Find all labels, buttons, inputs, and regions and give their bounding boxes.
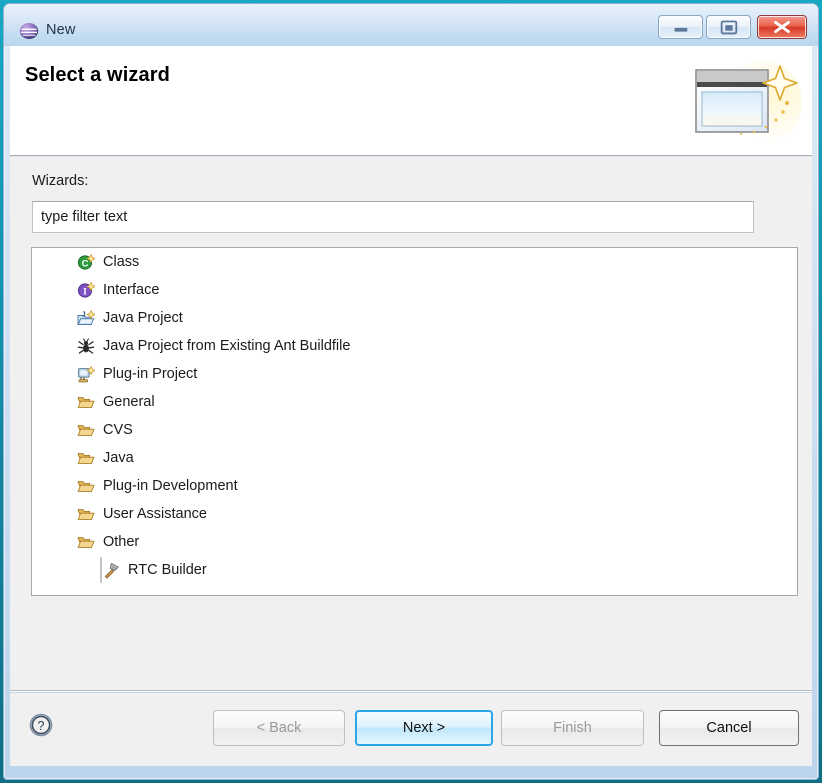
filter-input[interactable] — [32, 201, 754, 233]
close-icon — [774, 20, 790, 34]
list-item[interactable]: Other — [32, 528, 797, 556]
hammer-icon — [102, 561, 120, 579]
svg-text:C: C — [82, 258, 89, 269]
list-item-label: Java Project — [103, 310, 183, 326]
svg-text:I: I — [83, 287, 87, 297]
dialog-window: New Select a wizard Wizards: type filter… — [3, 3, 819, 780]
finish-button-label: Finish — [553, 720, 592, 736]
list-item-label: Java Project from Existing Ant Buildfile — [103, 338, 351, 354]
list-item-label: User Assistance — [103, 506, 207, 522]
list-item-label: Java — [103, 450, 134, 466]
list-item[interactable]: Plug-in Project — [32, 360, 797, 388]
folder-icon — [77, 421, 95, 439]
window-outer-border: New Select a wizard Wizards: type filter… — [0, 0, 822, 783]
next-button-label: Next > — [402, 720, 446, 736]
new-wizard-sparkle-icon — [684, 50, 804, 150]
svg-text:?: ? — [38, 719, 45, 733]
folder-icon — [77, 505, 95, 523]
dialog-footer: ? < Back Next > Finish Cancel — [10, 693, 812, 766]
ant-buildfile-icon — [77, 337, 95, 355]
java-class-icon: C — [77, 253, 96, 271]
restore-icon — [720, 20, 738, 35]
list-item[interactable]: C Class — [32, 248, 797, 276]
list-item[interactable]: User Assistance — [32, 500, 797, 528]
back-button[interactable]: < Back — [213, 710, 345, 746]
list-item-label: RTC Builder — [128, 562, 207, 578]
folder-icon — [77, 533, 95, 551]
footer-separator — [10, 690, 812, 692]
list-item[interactable]: CVS — [32, 416, 797, 444]
minimize-icon — [674, 27, 688, 32]
title-bar: New — [4, 4, 818, 46]
window-title: New — [46, 22, 76, 38]
svg-text:J: J — [82, 309, 86, 318]
minimize-button[interactable] — [658, 15, 703, 39]
list-item-label: General — [103, 394, 155, 410]
list-item-label: Plug-in Project — [103, 366, 198, 382]
restore-button[interactable] — [706, 15, 751, 39]
folder-icon — [77, 477, 95, 495]
list-item[interactable]: I Interface — [32, 276, 797, 304]
java-project-icon: J — [77, 309, 96, 327]
list-item-label: Other — [103, 534, 140, 550]
plugin-project-icon — [77, 365, 96, 383]
wizard-list[interactable]: C Class I Interface J Java Project Java Projec… — [31, 247, 798, 596]
next-button[interactable]: Next > — [355, 710, 493, 746]
finish-button[interactable]: Finish — [501, 710, 644, 746]
page-title: Select a wizard — [25, 64, 170, 86]
list-item-label: Interface — [103, 282, 160, 298]
wizard-header: Select a wizard — [10, 46, 812, 156]
close-button[interactable] — [757, 15, 807, 39]
cancel-button-label: Cancel — [706, 720, 752, 736]
folder-icon — [77, 449, 95, 467]
folder-icon — [77, 393, 95, 411]
list-item[interactable]: Java Project from Existing Ant Buildfile — [32, 332, 797, 360]
list-item[interactable]: General — [32, 388, 797, 416]
java-interface-icon: I — [77, 281, 96, 299]
list-item[interactable]: J Java Project — [32, 304, 797, 332]
list-item[interactable]: RTC Builder — [32, 556, 797, 584]
cancel-button[interactable]: Cancel — [659, 710, 799, 746]
list-item[interactable]: Java — [32, 444, 797, 472]
eclipse-sphere-icon — [19, 21, 39, 41]
list-item-label: CVS — [103, 422, 133, 438]
list-item-label: Plug-in Development — [103, 478, 238, 494]
wizard-body: Wizards: C Class I Interface J Java Project Ja… — [10, 157, 812, 743]
help-question-icon[interactable]: ? — [28, 712, 54, 738]
wizards-label: Wizards: — [32, 173, 89, 189]
back-button-label: < Back — [256, 720, 302, 736]
list-item-label: Class — [103, 254, 140, 270]
list-item[interactable]: Plug-in Development — [32, 472, 797, 500]
